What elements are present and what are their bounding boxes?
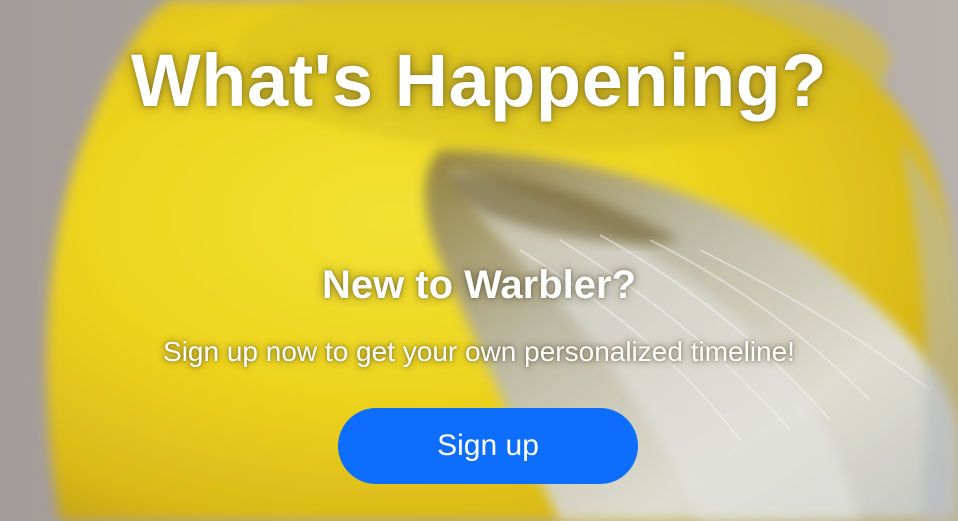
subtitle: New to Warbler? [321, 263, 637, 307]
tagline: Sign up now to get your own personalized… [163, 336, 795, 367]
hero-section: What's Happening? New to Warbler? Sign u… [0, 0, 958, 521]
signup-button[interactable]: Sign up [338, 408, 638, 484]
page-title: What's Happening? [130, 39, 828, 122]
hero-content: What's Happening? New to Warbler? Sign u… [0, 0, 958, 521]
